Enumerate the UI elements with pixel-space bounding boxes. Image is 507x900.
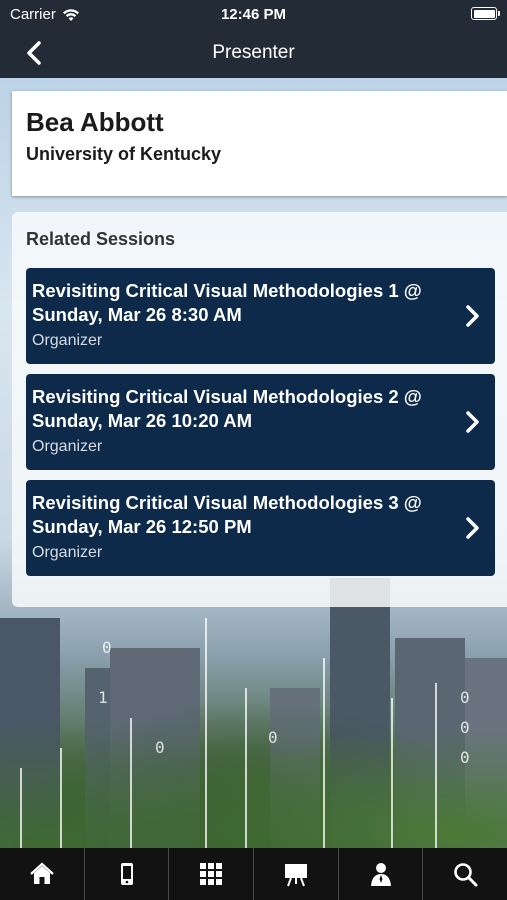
- page-title: Presenter: [212, 42, 295, 63]
- chevron-right-icon: [466, 411, 479, 433]
- related-sessions-panel: Related Sessions Revisiting Critical Vis…: [12, 212, 507, 607]
- session-item[interactable]: Revisiting Critical Visual Methodologies…: [26, 480, 495, 576]
- tab-presentation[interactable]: [254, 848, 339, 900]
- home-icon: [30, 862, 54, 884]
- session-title: Revisiting Critical Visual Methodologies…: [32, 280, 422, 325]
- presenter-card: Bea Abbott University of Kentucky: [12, 91, 507, 196]
- tab-grid[interactable]: [169, 848, 255, 900]
- tab-bar: [0, 848, 507, 900]
- tab-search[interactable]: [423, 848, 507, 900]
- status-bar: Carrier 12:46 PM: [0, 0, 507, 30]
- phone-icon: [120, 863, 133, 885]
- presenter-name: Bea Abbott: [26, 107, 164, 137]
- presentation-icon: [284, 864, 307, 887]
- tab-person[interactable]: [339, 848, 424, 900]
- person-icon: [370, 863, 391, 886]
- header: Carrier 12:46 PM Presenter: [0, 0, 507, 78]
- nav-bar: Presenter: [0, 30, 507, 78]
- battery-icon: [471, 7, 500, 20]
- session-role: Organizer: [32, 332, 103, 349]
- tab-home[interactable]: [0, 848, 85, 900]
- session-item[interactable]: Revisiting Critical Visual Methodologies…: [26, 374, 495, 470]
- grid-icon: [200, 863, 223, 885]
- presenter-organization: University of Kentucky: [26, 144, 222, 164]
- session-title: Revisiting Critical Visual Methodologies…: [32, 492, 422, 537]
- tab-phone[interactable]: [85, 848, 170, 900]
- session-role: Organizer: [32, 544, 103, 561]
- chevron-right-icon: [466, 517, 479, 539]
- related-sessions-heading: Related Sessions: [26, 229, 176, 249]
- session-item[interactable]: Revisiting Critical Visual Methodologies…: [26, 268, 495, 364]
- session-title: Revisiting Critical Visual Methodologies…: [32, 386, 422, 431]
- status-time: 12:46 PM: [220, 6, 287, 23]
- session-role: Organizer: [32, 438, 103, 455]
- chevron-right-icon: [466, 305, 479, 327]
- search-icon: [454, 863, 478, 887]
